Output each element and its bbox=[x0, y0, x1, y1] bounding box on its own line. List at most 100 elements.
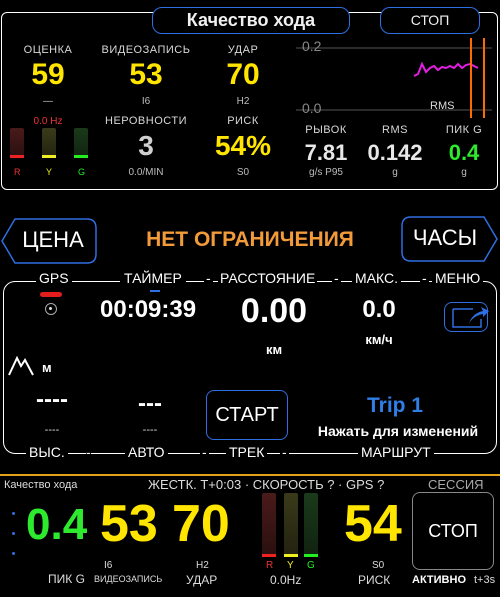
tab-track[interactable]: ТРЕК bbox=[226, 444, 268, 460]
trip-name[interactable]: Trip 1 bbox=[320, 394, 470, 418]
max-speed-unit: км/ч bbox=[365, 332, 393, 347]
peak-g-label: ПИК G bbox=[445, 124, 483, 136]
video-label: ВИДЕОЗАПИСЬ bbox=[101, 44, 191, 56]
graph-series-label: RMS bbox=[430, 100, 455, 112]
start-button[interactable]: СТАРТ bbox=[206, 390, 288, 440]
impact-label: УДАР bbox=[227, 44, 259, 56]
tab-sep-5: - bbox=[200, 444, 209, 460]
footer-session[interactable]: СЕССИЯ bbox=[428, 477, 484, 492]
start-button-label: СТАРТ bbox=[215, 404, 279, 426]
score-value: 59 bbox=[31, 58, 65, 91]
led-green bbox=[74, 128, 88, 158]
footer-peak-g: 0.4 bbox=[26, 500, 88, 549]
footer-led-label-r: R bbox=[266, 560, 274, 571]
footer-title: Качество хода bbox=[4, 479, 78, 491]
jerk-unit: g/s P95 bbox=[309, 167, 343, 178]
jerk-value: 7.81 bbox=[304, 140, 348, 165]
auto-value: --- bbox=[138, 390, 162, 417]
tab-timer[interactable]: ТАЙМЕР bbox=[120, 270, 186, 286]
distance-value: 0.00 bbox=[240, 292, 308, 330]
irregularity-value: 3 bbox=[138, 130, 154, 161]
footer-led-red bbox=[262, 493, 276, 557]
footer-led-label-g: G bbox=[307, 560, 315, 571]
price-button[interactable]: ЦЕНА bbox=[1, 218, 97, 264]
altitude-sub: ---- bbox=[44, 424, 60, 436]
tab-max[interactable]: МАКС. bbox=[352, 270, 401, 286]
jerk-label: РЫВОК bbox=[305, 124, 347, 136]
rms-label: RMS bbox=[382, 124, 408, 136]
auto-sub: ---- bbox=[142, 424, 158, 436]
footer-led-label-y: Y bbox=[287, 560, 294, 571]
tab-sep-3: - bbox=[420, 270, 429, 286]
clock-button-label: ЧАСЫ bbox=[412, 225, 478, 250]
gps-target-icon[interactable] bbox=[45, 303, 57, 315]
risk-label: РИСК bbox=[227, 115, 259, 127]
ride-quality-title-pill[interactable]: Качество хода bbox=[152, 7, 350, 34]
limit-status: НЕТ ОГРАНИЧЕНИЯ bbox=[146, 228, 354, 251]
tab-sep-4: - bbox=[86, 444, 91, 460]
led-label-g: G bbox=[78, 167, 86, 177]
timer-indicator bbox=[150, 290, 160, 292]
tab-route[interactable]: МАРШРУТ bbox=[358, 444, 434, 460]
timer-value: 00:09:39 bbox=[100, 296, 197, 323]
footer-active: АКТИВНО bbox=[412, 574, 467, 586]
tab-sep-2: - bbox=[332, 270, 341, 286]
rms-series-line bbox=[413, 61, 479, 77]
footer-video-sub: I6 bbox=[104, 560, 113, 571]
max-speed-value: 0.0 bbox=[362, 296, 396, 323]
price-button-label: ЦЕНА bbox=[22, 227, 84, 252]
altitude-value: ---- bbox=[36, 386, 68, 413]
altitude-unit: м bbox=[42, 360, 52, 375]
trip-hint[interactable]: Нажать для изменений bbox=[300, 423, 496, 439]
led-yellow bbox=[42, 128, 56, 158]
footer-dots bbox=[12, 512, 16, 558]
footer-hz: 0.0Hz bbox=[270, 573, 302, 587]
tab-auto[interactable]: АВТО bbox=[125, 444, 168, 460]
irregularity-sub: 0.0/MIN bbox=[128, 167, 164, 178]
impact-sub: H2 bbox=[236, 96, 250, 107]
tab-sep-6: - bbox=[280, 444, 289, 460]
footer-impact-sub: H2 bbox=[196, 560, 209, 571]
stop-button-top[interactable]: СТОП bbox=[380, 7, 480, 34]
footer-risk-sub: S0 bbox=[372, 560, 385, 571]
footer-video-value: 53 bbox=[100, 495, 158, 553]
footer-led-green bbox=[304, 493, 318, 557]
distance-unit: км bbox=[265, 342, 283, 357]
tab-gps[interactable]: GPS bbox=[36, 270, 72, 286]
score-label: ОЦЕНКА bbox=[23, 44, 73, 56]
bottom-tab-row: ВЫС. - АВТО - ТРЕК - МАРШРУТ bbox=[0, 444, 500, 464]
tab-distance[interactable]: РАССТОЯНИЕ bbox=[218, 270, 318, 286]
footer-video-label: ВИДЕОЗАПИСЬ bbox=[94, 574, 163, 584]
tab-altitude[interactable]: ВЫС. bbox=[26, 444, 68, 460]
led-label-y: Y bbox=[46, 167, 53, 177]
footer-peak-label: ПИК G bbox=[48, 572, 85, 586]
share-arrow-icon bbox=[452, 307, 489, 328]
irregularity-label: НЕРОВНОСТИ bbox=[105, 115, 187, 127]
led-red bbox=[10, 128, 24, 158]
tab-sep-1: - bbox=[204, 270, 213, 286]
led-label-r: R bbox=[14, 167, 21, 177]
impact-value: 70 bbox=[226, 58, 260, 91]
risk-value: 54% bbox=[214, 130, 272, 161]
graph-y-bottom: 0.0 bbox=[302, 100, 322, 116]
video-value: 53 bbox=[129, 58, 163, 91]
risk-sub: S0 bbox=[236, 167, 250, 178]
tab-menu[interactable]: МЕНЮ bbox=[432, 270, 484, 286]
rms-unit: g bbox=[392, 167, 398, 178]
footer-stop-label: СТОП bbox=[428, 521, 478, 541]
hz-readout: 0.0 Hz bbox=[33, 116, 63, 127]
footer-stop-button[interactable]: СТОП bbox=[412, 492, 494, 570]
footer-t-offset: t+3s bbox=[474, 574, 496, 586]
footer-status: ЖЕСТК. T+0:03 · СКОРОСТЬ ? · GPS ? bbox=[148, 477, 385, 492]
footer-impact-value: 70 bbox=[172, 495, 230, 553]
video-sub: I6 bbox=[141, 96, 151, 107]
stop-button-top-label: СТОП bbox=[410, 12, 450, 28]
footer-led-yellow bbox=[284, 493, 298, 557]
footer-divider bbox=[0, 474, 500, 476]
footer-risk-value: 54 bbox=[344, 495, 402, 553]
peak-g-value: 0.4 bbox=[448, 140, 480, 165]
share-button[interactable] bbox=[444, 302, 489, 332]
gps-status-bar bbox=[40, 292, 62, 297]
footer-risk-label: РИСК bbox=[358, 573, 391, 587]
clock-button[interactable]: ЧАСЫ bbox=[401, 216, 498, 262]
